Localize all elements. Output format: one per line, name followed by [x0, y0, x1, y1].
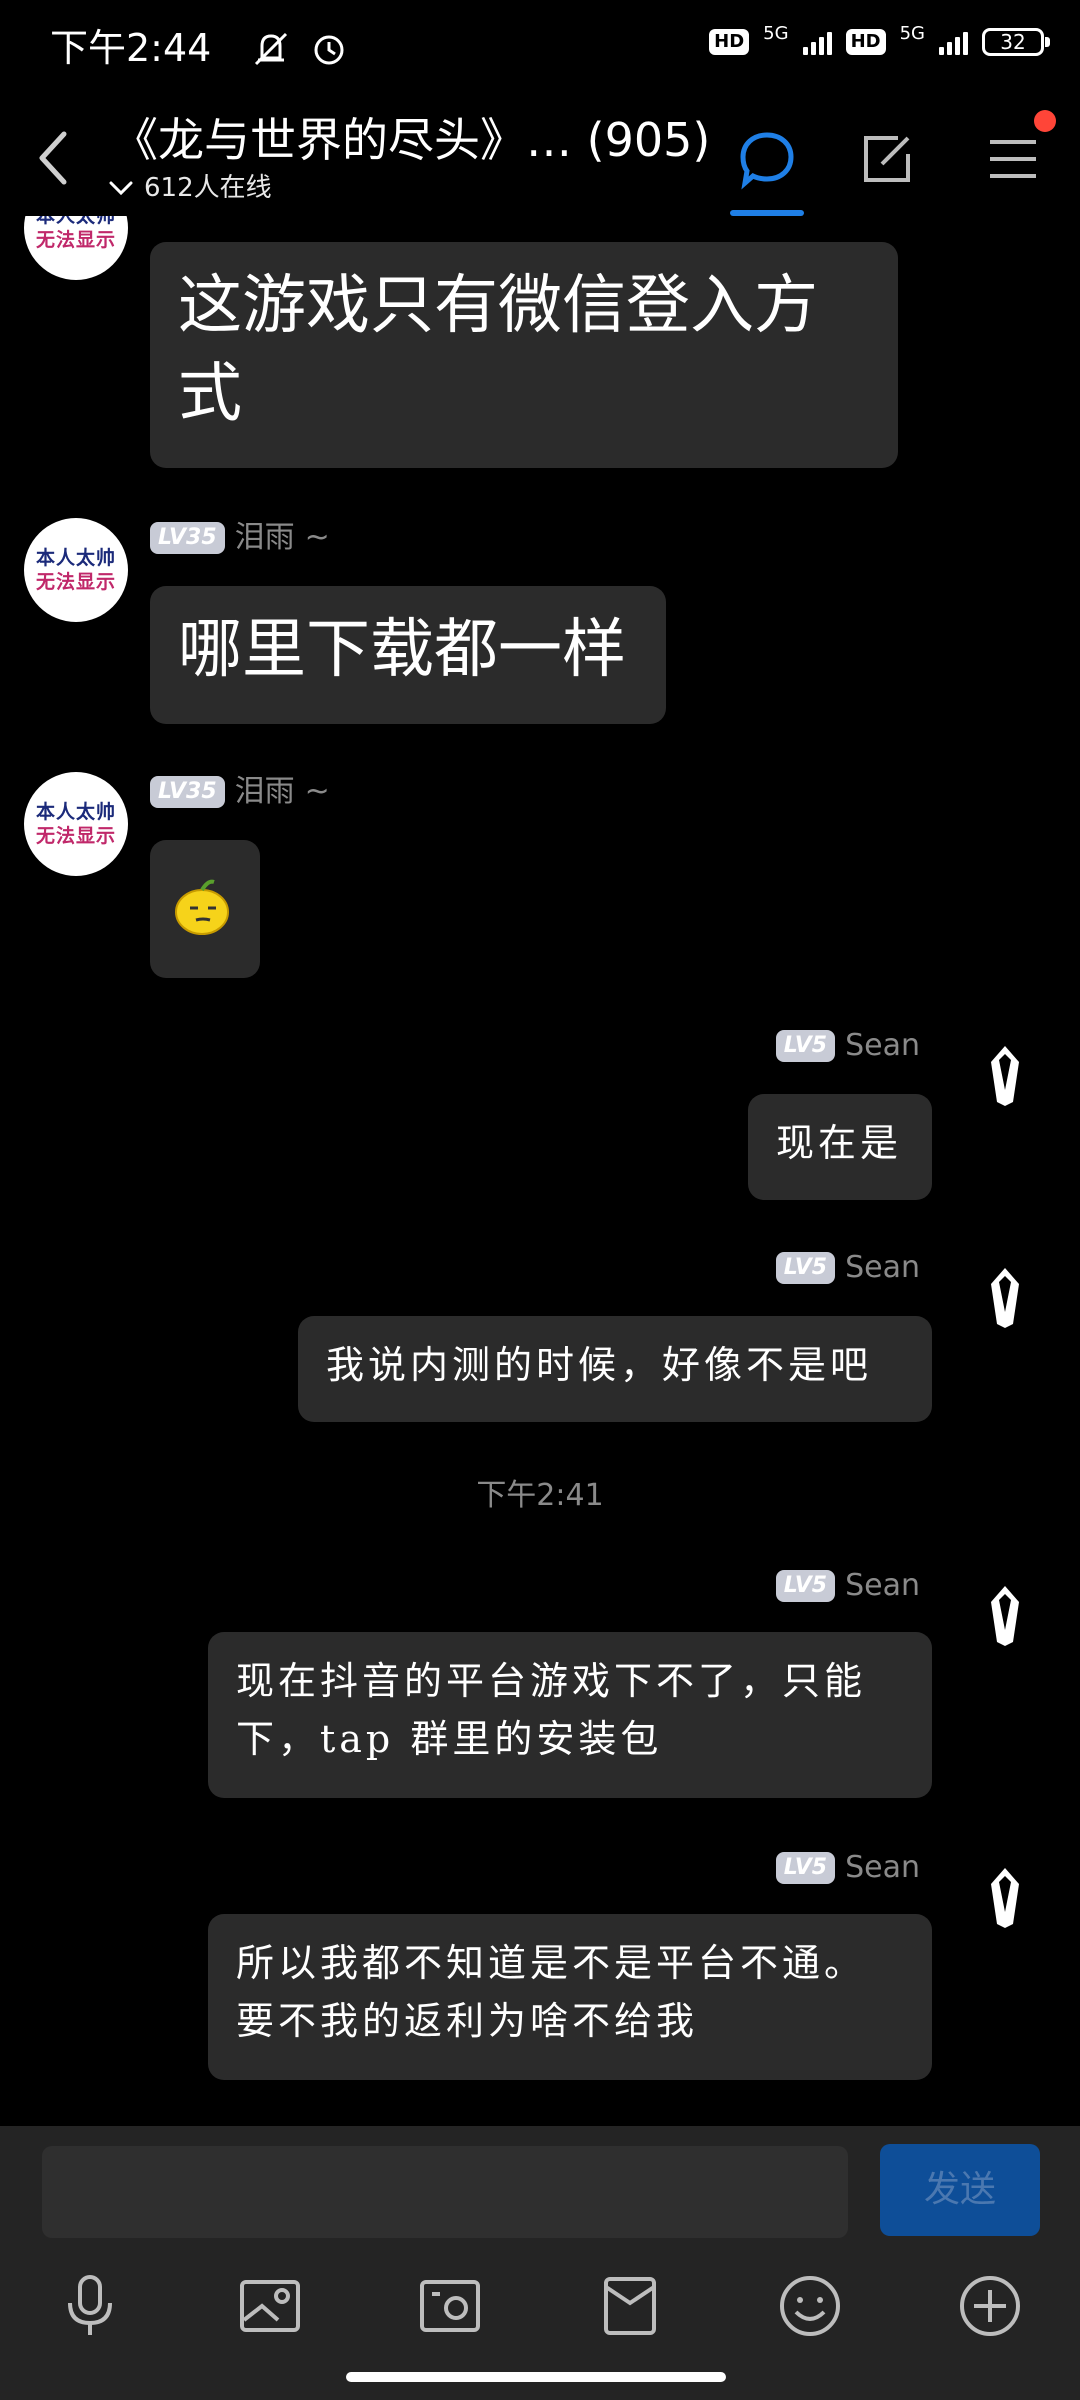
avatar-text: 无法显示 [35, 571, 116, 593]
message-input[interactable] [42, 2146, 848, 2238]
more-button[interactable] [950, 2266, 1030, 2346]
sender-info: LV5 Sean [700, 1026, 920, 1066]
level-badge: LV5 [775, 1852, 836, 1884]
message-bubble[interactable]: 现在是 [748, 1094, 932, 1200]
notification-badge [1034, 110, 1056, 132]
plus-icon [960, 2276, 1020, 2336]
level-badge: LV5 [775, 1570, 836, 1602]
back-icon[interactable] [36, 128, 68, 188]
message-bubble[interactable]: 现在抖音的平台游戏下不了，只能下，tap 群里的安装包 [208, 1632, 932, 1798]
red-packet-icon [604, 2277, 656, 2335]
sender-name[interactable]: 泪雨 [235, 518, 295, 558]
level-badge: LV35 [150, 776, 225, 808]
avatar[interactable]: 本人太帅 无法显示 [24, 772, 128, 876]
time-divider: 下午2:41 [476, 1478, 604, 1513]
image-icon [240, 2280, 300, 2332]
post-button[interactable] [852, 124, 922, 194]
sender-info: LV5 Sean [700, 1566, 920, 1606]
sender-info: LV35 泪雨 ~ [150, 772, 330, 812]
signal-icon [939, 29, 968, 55]
avatar[interactable]: 本人太帅 无法显示 [24, 518, 128, 622]
menu-icon [990, 140, 1036, 178]
hd-icon: HD [709, 29, 750, 55]
sender-name[interactable]: Sean [845, 1248, 920, 1288]
active-tab-underline [730, 210, 804, 216]
sender-info: LV5 Sean [700, 1848, 920, 1888]
online-count[interactable]: 612人在线 [108, 170, 272, 206]
alarm-icon [314, 35, 344, 65]
sender-name[interactable]: 泪雨 [235, 772, 295, 812]
level-badge: LV5 [775, 1030, 836, 1062]
message-bubble[interactable]: 我说内测的时候，好像不是吧 [298, 1316, 932, 1422]
avatar-text: 无法显示 [35, 229, 116, 251]
message-bubble[interactable]: 这游戏只有微信登入方式 [150, 242, 898, 468]
avatar-text: 无法显示 [35, 825, 116, 847]
message-bubble[interactable] [150, 840, 260, 978]
sender-decoration: ~ [304, 520, 330, 555]
avatar-text: 本人太帅 [35, 547, 116, 569]
voice-icon [68, 2275, 112, 2335]
self-avatar[interactable] [975, 1580, 1035, 1650]
image-button[interactable] [230, 2266, 310, 2346]
chat-icon [740, 132, 794, 190]
avatar-text: 本人太帅 [35, 801, 116, 823]
battery-icon: 32 [982, 28, 1050, 56]
level-badge: LV5 [775, 1252, 836, 1284]
sender-info: LV5 Sean [700, 1248, 920, 1288]
emoji-button[interactable] [770, 2266, 850, 2346]
chevron-down-icon [109, 181, 133, 196]
self-avatar[interactable] [975, 1862, 1035, 1932]
self-avatar[interactable] [975, 1262, 1035, 1332]
menu-button[interactable] [978, 124, 1048, 194]
signal-icon [802, 29, 832, 55]
edit-icon [864, 136, 910, 182]
status-right-icons: HD 5G HD 5G 32 [709, 23, 1050, 56]
online-count-label: 612人在线 [144, 173, 272, 203]
status-left-icons [250, 28, 348, 70]
emoji-icon [780, 2276, 840, 2336]
hd-icon: HD [845, 29, 886, 55]
sender-name[interactable]: Sean [845, 1848, 920, 1888]
red-packet-button[interactable] [590, 2266, 670, 2346]
sender-decoration: ~ [304, 774, 330, 809]
voice-button[interactable] [50, 2266, 130, 2346]
status-time: 下午2:44 [50, 26, 212, 70]
chat-tab[interactable] [732, 124, 802, 194]
level-badge: LV35 [150, 522, 225, 554]
message-bubble[interactable]: 哪里下载都一样 [150, 586, 666, 724]
avatar-text: 本人太帅 [35, 205, 116, 227]
camera-icon [420, 2280, 480, 2332]
network-type-1: 5G [763, 23, 789, 44]
group-title[interactable]: 《龙与世界的尽头》… (905) [112, 108, 710, 172]
lemon-emoji-icon [175, 879, 229, 935]
mute-icon [254, 32, 288, 66]
self-avatar[interactable] [975, 1040, 1035, 1110]
sender-info: LV35 泪雨 ~ [150, 518, 330, 558]
message-bubble[interactable]: 所以我都不知道是不是平台不通。要不我的返利为啥不给我 [208, 1914, 932, 2080]
sender-name[interactable]: Sean [845, 1566, 920, 1606]
send-button[interactable]: 发送 [880, 2144, 1040, 2236]
network-type-2: 5G [899, 23, 925, 44]
sender-name[interactable]: Sean [845, 1026, 920, 1066]
camera-button[interactable] [410, 2266, 490, 2346]
home-indicator[interactable] [346, 2372, 726, 2382]
